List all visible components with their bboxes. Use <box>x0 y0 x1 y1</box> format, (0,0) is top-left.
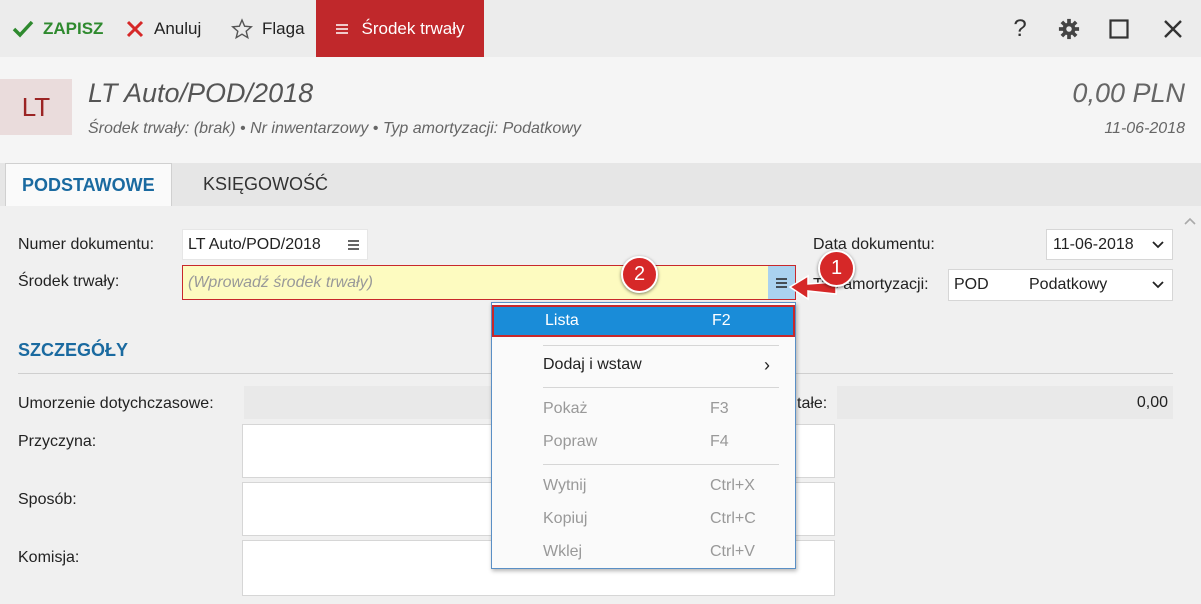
close-window-icon <box>1163 19 1183 39</box>
menu-item-shortcut: Ctrl+V <box>710 543 755 560</box>
menu-item-pokaz[interactable]: Pokaż F3 <box>492 393 795 425</box>
chevron-down-icon[interactable] <box>1152 281 1164 289</box>
document-header <box>0 57 1201 163</box>
scroll-up-icon[interactable] <box>1184 212 1196 228</box>
document-header-date: 11-06-2018 <box>1104 120 1185 137</box>
menu-item-label: Wytnij <box>543 477 587 494</box>
annotation-marker-2: 2 <box>621 256 658 293</box>
tab-ksiegowosc[interactable]: KSIĘGOWOŚĆ <box>187 163 344 206</box>
menu-icon <box>335 23 348 35</box>
cancel-button[interactable]: Anuluj <box>125 0 201 57</box>
chevron-down-icon[interactable] <box>1152 240 1164 249</box>
close-icon <box>125 19 145 39</box>
toolbar: ZAPISZ Anuluj Flaga Środek trwały ? <box>0 0 1201 57</box>
menu-icon[interactable] <box>348 239 359 250</box>
menu-item-label: Kopiuj <box>543 510 588 527</box>
menu-separator <box>543 345 779 346</box>
menu-item-shortcut: F2 <box>712 312 731 329</box>
save-label: ZAPISZ <box>43 18 104 38</box>
depreciation-field <box>244 386 494 419</box>
reason-label: Przyczyna: <box>18 433 97 450</box>
help-button[interactable]: ? <box>1000 0 1040 57</box>
annotation-marker-1: 1 <box>818 250 855 287</box>
right-field-label: tałe: <box>797 395 828 412</box>
flag-label: Flaga <box>262 18 305 38</box>
document-amount: 0,00 PLN <box>1072 78 1185 108</box>
maximize-button[interactable] <box>1099 0 1139 57</box>
document-title: LT Auto/POD/2018 <box>88 78 314 108</box>
menu-item-label: Dodaj i wstaw <box>543 356 642 373</box>
menu-separator <box>543 464 779 465</box>
checkmark-icon <box>12 20 34 38</box>
amortization-select[interactable]: POD Podatkowy <box>948 269 1173 301</box>
committee-label: Komisja: <box>18 549 80 566</box>
section-title-details: SZCZEGÓŁY <box>18 340 129 360</box>
settings-button[interactable] <box>1049 0 1089 57</box>
cancel-label: Anuluj <box>154 18 202 38</box>
tab-bar: PODSTAWOWE KSIĘGOWOŚĆ <box>0 163 1201 207</box>
asset-label: Środek trwały: <box>18 273 120 290</box>
depreciation-label: Umorzenie dotychczasowe: <box>18 395 214 412</box>
menu-item-dodaj-i-wstaw[interactable]: Dodaj i wstaw › <box>492 349 795 381</box>
menu-item-popraw[interactable]: Popraw F4 <box>492 426 795 458</box>
menu-separator <box>543 387 779 388</box>
maximize-icon <box>1109 18 1129 39</box>
asset-input[interactable]: (Wprowadź środek trwały) <box>182 265 796 300</box>
menu-item-label: Lista <box>545 312 579 329</box>
menu-item-shortcut: F3 <box>710 400 729 417</box>
doc-date-field[interactable]: 11-06-2018 <box>1046 229 1173 260</box>
doc-number-label: Numer dokumentu: <box>18 236 155 253</box>
menu-item-label: Wklej <box>543 543 583 560</box>
right-field: 0,00 <box>837 386 1173 419</box>
star-icon <box>231 17 253 40</box>
menu-item-label: Popraw <box>543 433 598 450</box>
menu-item-label: Pokaż <box>543 400 588 417</box>
right-field-value: 0,00 <box>1136 393 1168 411</box>
context-menu: Lista F2 Dodaj i wstaw › Pokaż F3 Popraw… <box>491 302 796 569</box>
menu-item-wklej[interactable]: Wklej Ctrl+V <box>492 536 795 568</box>
method-label: Sposób: <box>18 491 77 508</box>
asset-tab-label: Środek trwały <box>361 18 465 38</box>
tab-podstawowe[interactable]: PODSTAWOWE <box>5 163 172 207</box>
menu-item-lista[interactable]: Lista F2 <box>492 305 795 337</box>
close-button[interactable] <box>1153 0 1193 57</box>
amortization-name: Podatkowy <box>1029 276 1108 293</box>
flag-button[interactable]: Flaga <box>231 0 305 57</box>
document-subtitle: Środek trwały: (brak) • Nr inwentarzowy … <box>88 120 581 137</box>
menu-item-shortcut: Ctrl+C <box>710 510 756 527</box>
gear-icon <box>1058 18 1080 40</box>
save-button[interactable]: ZAPISZ <box>12 0 103 57</box>
asset-placeholder: (Wprowadź środek trwały) <box>188 273 373 291</box>
amortization-code: POD <box>954 276 989 293</box>
menu-item-shortcut: F4 <box>710 433 729 450</box>
submenu-arrow-icon: › <box>764 354 770 375</box>
menu-item-wytnij[interactable]: Wytnij Ctrl+X <box>492 470 795 502</box>
help-icon: ? <box>1013 14 1027 42</box>
doc-number-value: LT Auto/POD/2018 <box>188 235 321 253</box>
doc-number-field[interactable]: LT Auto/POD/2018 <box>182 229 368 260</box>
document-type-badge: LT <box>0 79 72 135</box>
doc-date-value: 11-06-2018 <box>1053 235 1134 253</box>
menu-item-kopiuj[interactable]: Kopiuj Ctrl+C <box>492 503 795 535</box>
menu-item-shortcut: Ctrl+X <box>710 477 755 494</box>
asset-tab-button[interactable]: Środek trwały <box>316 0 484 57</box>
